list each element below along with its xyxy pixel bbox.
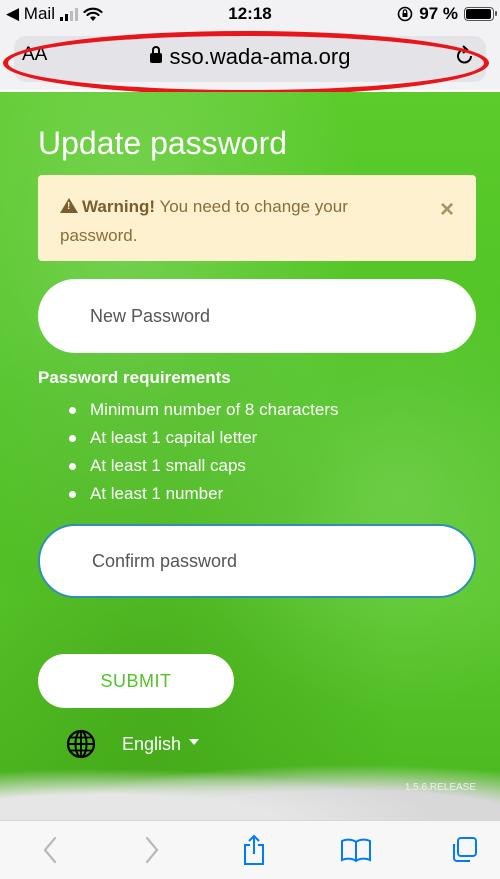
url-highlight-annotation [3,31,489,95]
book-icon [341,838,371,863]
battery-percent: 97 % [419,4,458,23]
page-title: Update password [38,125,288,161]
browser-toolbar [0,820,500,879]
requirement-item: At least 1 small caps [66,452,338,480]
warning-alert: Warning! You need to change your passwor… [38,175,476,261]
requirement-item: At least 1 number [66,480,338,508]
language-selector[interactable]: English [66,729,200,759]
alert-strong: Warning! [82,197,156,216]
new-password-input[interactable] [38,279,476,353]
bookmarks-button[interactable] [338,833,374,867]
confirm-password-input[interactable] [38,524,476,598]
orientation-lock-icon [397,6,413,22]
status-bar: ◀ Mail 12:18 97 % [0,0,500,30]
requirements-title: Password requirements [38,368,231,387]
chevron-left-icon [43,836,57,864]
status-right: 97 % [397,4,497,24]
back-button[interactable] [32,833,68,867]
caret-down-icon [189,739,200,745]
web-content: Update password Warning! You need to cha… [0,92,500,820]
battery-icon [464,7,497,21]
globe-icon [66,729,96,759]
requirement-item: Minimum number of 8 characters [66,396,338,424]
requirement-item: At least 1 capital letter [66,424,338,452]
alert-close-button[interactable]: × [440,195,454,224]
version-label: 1.5.6.RELEASE [404,782,476,793]
submit-button[interactable]: SUBMIT [38,654,234,708]
warning-icon [60,198,78,213]
requirements-list: Minimum number of 8 characters At least … [66,396,338,508]
share-icon [244,834,264,865]
tabs-button[interactable] [446,833,482,867]
tabs-icon [453,837,477,862]
share-button[interactable] [236,833,272,867]
forward-button[interactable] [134,833,170,867]
chevron-right-icon [145,836,159,864]
language-label: English [122,733,182,754]
